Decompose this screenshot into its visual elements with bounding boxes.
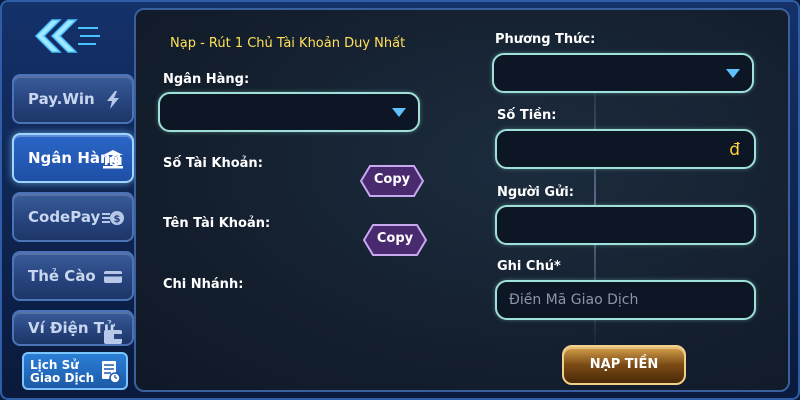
bank-select[interactable]: [158, 92, 420, 132]
sidebar-tab-label: Thẻ Cào: [28, 267, 96, 285]
method-select[interactable]: [492, 53, 754, 93]
sender-label: Người Gửi:: [497, 185, 574, 200]
sidebar-tab-codepay[interactable]: CodePay $: [12, 192, 134, 242]
bank-icon: [103, 150, 123, 169]
account-number-label: Số Tài Khoản:: [163, 156, 263, 171]
dropdown-caret-icon: [726, 69, 740, 78]
sidebar-tab-paywin[interactable]: Pay.Win: [12, 74, 134, 124]
notice-text: Nạp - Rút 1 Chủ Tài Khoản Duy Nhất: [170, 36, 406, 51]
copy-label: Copy: [373, 172, 411, 187]
sender-input[interactable]: [495, 205, 756, 245]
sidebar-tab-label: Pay.Win: [28, 90, 95, 108]
svg-text:$: $: [114, 214, 121, 225]
deposit-submit-button[interactable]: NẠP TIỀN: [562, 345, 686, 385]
coin-stack-icon: $: [102, 211, 124, 225]
copy-label: Copy: [376, 231, 414, 246]
card-icon: [104, 271, 122, 283]
amount-text-input[interactable]: [497, 131, 754, 167]
sender-text-input[interactable]: [497, 207, 754, 243]
back-button[interactable]: [30, 14, 102, 58]
dropdown-caret-icon: [392, 108, 406, 117]
double-chevron-left-icon: [34, 19, 100, 53]
bank-label: Ngân Hàng:: [163, 72, 250, 87]
note-text-input[interactable]: [497, 282, 754, 318]
currency-symbol: đ: [729, 140, 740, 160]
wallet-icon: [104, 330, 122, 344]
sidebar-tab-card[interactable]: Thẻ Cào: [12, 251, 134, 301]
account-name-label: Tên Tài Khoản:: [163, 216, 271, 231]
amount-input[interactable]: đ: [495, 129, 756, 169]
branch-label: Chi Nhánh:: [163, 277, 244, 292]
note-input[interactable]: [495, 280, 756, 320]
lightning-icon: [107, 91, 119, 109]
note-label: Ghi Chú*: [497, 259, 561, 274]
copy-account-name-button[interactable]: Copy: [363, 224, 427, 256]
amount-label: Số Tiền:: [497, 108, 557, 123]
transaction-history-button[interactable]: Lịch Sử Giao Dịch: [22, 352, 128, 390]
copy-account-number-button[interactable]: Copy: [360, 165, 424, 197]
sidebar-tab-ewallet[interactable]: Ví Điện Tử: [12, 310, 134, 346]
method-label: Phương Thức:: [495, 32, 596, 47]
sidebar-tab-label: CodePay: [28, 208, 101, 226]
sidebar-tab-bank[interactable]: Ngân Hàng: [12, 133, 134, 183]
document-clock-icon: [102, 361, 121, 384]
